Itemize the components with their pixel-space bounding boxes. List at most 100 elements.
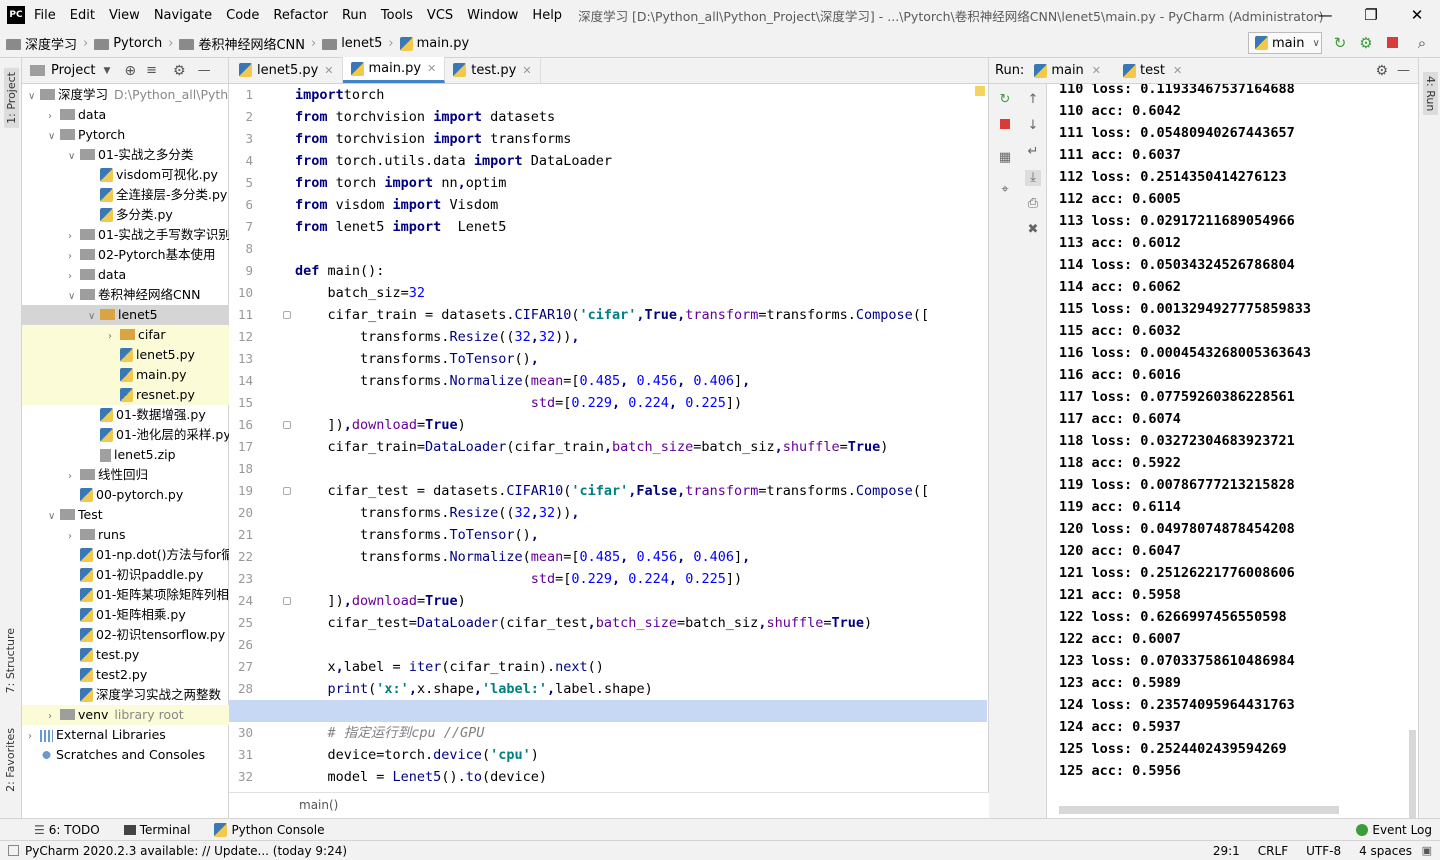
soft-wrap-icon[interactable]: ↵ [1025, 144, 1041, 160]
chevron-right-icon[interactable]: › [68, 227, 80, 245]
tree-item[interactable]: visdom可视化.py [22, 165, 229, 185]
restore-icon[interactable]: ❐ [1348, 0, 1394, 30]
chevron-down-icon[interactable]: ∨ [68, 147, 80, 165]
event-log-tab[interactable]: Event Log [1356, 823, 1432, 837]
tree-item[interactable]: › 02-Pytorch基本使用 [22, 245, 229, 265]
code-breadcrumb[interactable]: main() [229, 792, 989, 818]
favorites-tool-tab[interactable]: 2: Favorites [4, 728, 17, 792]
structure-tool-tab[interactable]: 7: Structure [4, 628, 17, 693]
tree-item[interactable]: 多分类.py [22, 205, 229, 225]
menu-item-edit[interactable]: Edit [70, 8, 95, 23]
hide-icon[interactable]: — [198, 63, 211, 78]
search-icon[interactable]: ⌕ [1414, 35, 1430, 51]
print-icon[interactable]: ⎙ [1025, 196, 1041, 212]
tree-item[interactable]: Scratches and Consoles [22, 745, 229, 765]
breadcrumb-item[interactable]: lenet5 [322, 36, 382, 51]
close-icon[interactable]: ✕ [522, 64, 531, 77]
tree-item[interactable]: 02-初识tensorflow.py [22, 625, 229, 645]
menu-item-tools[interactable]: Tools [381, 8, 413, 23]
chevron-down-icon[interactable]: ∨ [88, 307, 100, 325]
tree-item[interactable]: lenet5.zip [22, 445, 229, 465]
stop-icon[interactable] [1384, 35, 1400, 51]
console-output[interactable]: 110 loss: 0.11933467537164688 110 acc: 0.… [1059, 84, 1414, 789]
indent-setting[interactable]: 4 spaces [1359, 844, 1412, 858]
caret-position[interactable]: 29:1 [1213, 844, 1240, 858]
tree-item[interactable]: test2.py [22, 665, 229, 685]
layout-icon[interactable]: ▦ [997, 150, 1013, 166]
chevron-right-icon[interactable]: › [108, 327, 120, 345]
tree-item[interactable]: 00-pytorch.py [22, 485, 229, 505]
python-console-tab[interactable]: Python Console [214, 822, 324, 837]
breadcrumb-item[interactable]: Pytorch [94, 36, 162, 51]
code-area[interactable]: importtorch from torchvision import datas… [229, 84, 989, 792]
tree-item[interactable]: 全连接层-多分类.py [22, 185, 229, 205]
lock-icon[interactable]: ▣ [1422, 844, 1432, 857]
rerun-icon[interactable]: ↻ [1332, 35, 1348, 51]
tree-item[interactable]: 01-数据增强.py [22, 405, 229, 425]
locate-icon[interactable]: ⊕ [124, 63, 136, 79]
tree-item[interactable]: test.py [22, 645, 229, 665]
menu-item-file[interactable]: File [34, 8, 56, 23]
tree-item[interactable]: › venv library root [22, 705, 229, 725]
arrow-down-icon[interactable]: ↓ [1025, 118, 1041, 134]
fold-marker-icon[interactable] [283, 311, 291, 319]
editor-tab[interactable]: main.py ✕ [342, 57, 446, 83]
todo-tab[interactable]: ☰ 6: TODO [34, 823, 100, 837]
tree-item[interactable]: 01-矩阵相乘.py [22, 605, 229, 625]
debug-icon[interactable]: ⚙ [1358, 35, 1374, 51]
hide-icon[interactable]: — [1397, 63, 1410, 78]
gear-icon[interactable]: ⚙ [173, 63, 186, 79]
tree-item[interactable]: › cifar [22, 325, 229, 345]
close-icon[interactable]: ✕ [1394, 0, 1440, 30]
run-tab[interactable]: test ✕ [1123, 63, 1182, 78]
tree-item[interactable]: › 01-实战之手写数字识别 [22, 225, 229, 245]
trash-icon[interactable]: ✖ [1025, 222, 1041, 238]
editor-tab[interactable]: test.py ✕ [445, 57, 541, 83]
project-panel-title[interactable]: Project [51, 63, 95, 78]
stop-icon[interactable] [997, 118, 1013, 134]
close-icon[interactable]: ✕ [1173, 64, 1182, 77]
fold-marker-icon[interactable] [283, 487, 291, 495]
chevron-right-icon[interactable]: › [68, 267, 80, 285]
horizontal-scrollbar[interactable] [1059, 806, 1339, 814]
chevron-down-icon[interactable]: ∨ [48, 127, 60, 145]
chevron-right-icon[interactable]: › [28, 727, 40, 745]
chevron-down-icon[interactable]: ∨ [68, 287, 80, 305]
tree-item[interactable]: ∨ 卷积神经网络CNN [22, 285, 229, 305]
chevron-right-icon[interactable]: › [68, 247, 80, 265]
minimize-icon[interactable]: — [1302, 0, 1348, 30]
tree-item[interactable]: main.py [22, 365, 229, 385]
chevron-right-icon[interactable]: › [68, 527, 80, 545]
tree-item[interactable]: › data [22, 105, 229, 125]
chevron-right-icon[interactable]: › [68, 467, 80, 485]
vertical-scrollbar[interactable] [1409, 730, 1416, 818]
chevron-right-icon[interactable]: › [48, 107, 60, 125]
scroll-to-end-icon[interactable]: ⤓ [1025, 170, 1041, 186]
tree-item[interactable]: ∨ 01-实战之多分类 [22, 145, 229, 165]
tree-item[interactable]: resnet.py [22, 385, 229, 405]
editor-tab[interactable]: lenet5.py ✕ [231, 57, 343, 83]
tree-item[interactable]: › 线性回归 [22, 465, 229, 485]
status-indicator-icon[interactable] [8, 845, 19, 856]
tree-item[interactable]: ∨ lenet5 [22, 305, 229, 325]
line-separator[interactable]: CRLF [1258, 844, 1288, 858]
arrow-up-icon[interactable]: ↑ [1025, 92, 1041, 108]
fold-marker-icon[interactable] [283, 421, 291, 429]
close-icon[interactable]: ✕ [324, 64, 333, 77]
gear-icon[interactable]: ⚙ [1375, 63, 1388, 79]
menu-item-vcs[interactable]: VCS [427, 8, 453, 23]
tree-item[interactable]: › External Libraries [22, 725, 229, 745]
project-tool-tab[interactable]: 1: Project [4, 68, 19, 128]
tree-item[interactable]: 01-np.dot()方法与for循环 [22, 545, 229, 565]
tree-item[interactable]: 01-矩阵某项除矩阵列相 [22, 585, 229, 605]
pin-icon[interactable]: ⌖ [997, 182, 1013, 198]
menu-item-code[interactable]: Code [226, 8, 259, 23]
chevron-right-icon[interactable]: › [48, 707, 60, 725]
tree-item[interactable]: › runs [22, 525, 229, 545]
tree-item[interactable]: ∨ 深度学习 D:\Python_all\Python_Project [22, 85, 229, 105]
rerun-icon[interactable]: ↻ [997, 92, 1013, 108]
terminal-tab[interactable]: Terminal [123, 823, 190, 837]
run-tool-tab[interactable]: 4: Run [1423, 72, 1438, 116]
breadcrumb-item[interactable]: 卷积神经网络CNN [179, 34, 305, 53]
fold-marker-icon[interactable] [283, 597, 291, 605]
